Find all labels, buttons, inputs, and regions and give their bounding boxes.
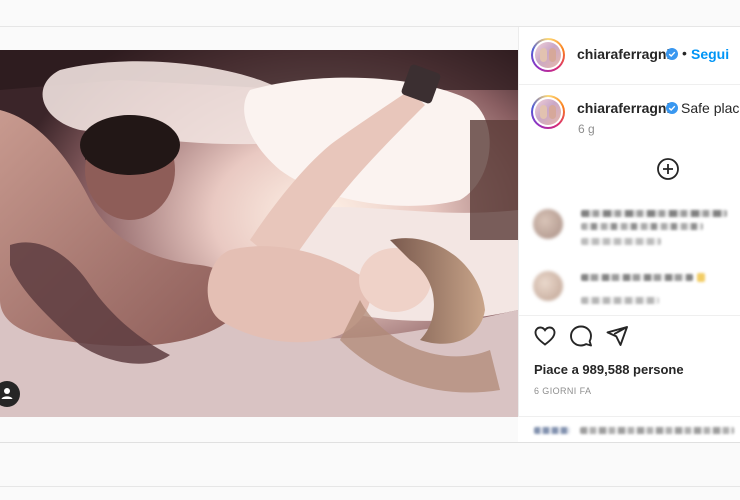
divider (0, 442, 740, 443)
author-avatar[interactable] (531, 38, 565, 72)
comment-input-blurred (534, 427, 570, 434)
plus-circle-icon[interactable] (656, 157, 680, 181)
verified-badge-icon (666, 102, 678, 114)
caption-username[interactable]: chiaraferragni (577, 100, 670, 116)
post-photo[interactable] (0, 50, 518, 417)
add-comment-row[interactable] (518, 416, 740, 443)
post-sidebar: chiaraferragni • Segui chiaraferragni Sa… (518, 27, 740, 440)
post-header: chiaraferragni • Segui (519, 27, 740, 85)
comment-text-blurred (581, 223, 703, 230)
caption-age: 6 g (578, 122, 595, 136)
follow-button[interactable]: Segui (691, 46, 729, 62)
comment-text-blurred (581, 274, 693, 281)
author-username[interactable]: chiaraferragni (577, 46, 670, 62)
verified-badge-icon (666, 48, 678, 60)
comment-input-blurred (580, 427, 734, 434)
comment-avatar[interactable] (533, 209, 563, 239)
caption-avatar[interactable] (531, 95, 565, 129)
comment-text-blurred (581, 210, 727, 217)
user-tag-button[interactable] (0, 381, 20, 407)
likes-count[interactable]: Piace a 989,588 persone (534, 362, 684, 377)
comment-meta-blurred (581, 297, 659, 304)
comment-bubble-icon[interactable] (569, 324, 593, 348)
heart-icon[interactable] (533, 324, 557, 348)
comment-emoji-blurred (697, 273, 705, 282)
comment-meta-blurred (581, 238, 661, 245)
paper-plane-icon[interactable] (605, 324, 629, 348)
divider (0, 486, 740, 487)
post-date[interactable]: 6 GIORNI FA (534, 386, 591, 396)
user-tag-icon (4, 388, 10, 394)
comment-avatar[interactable] (533, 271, 563, 301)
caption-text: Safe place (681, 100, 740, 116)
separator-dot: • (682, 45, 687, 61)
